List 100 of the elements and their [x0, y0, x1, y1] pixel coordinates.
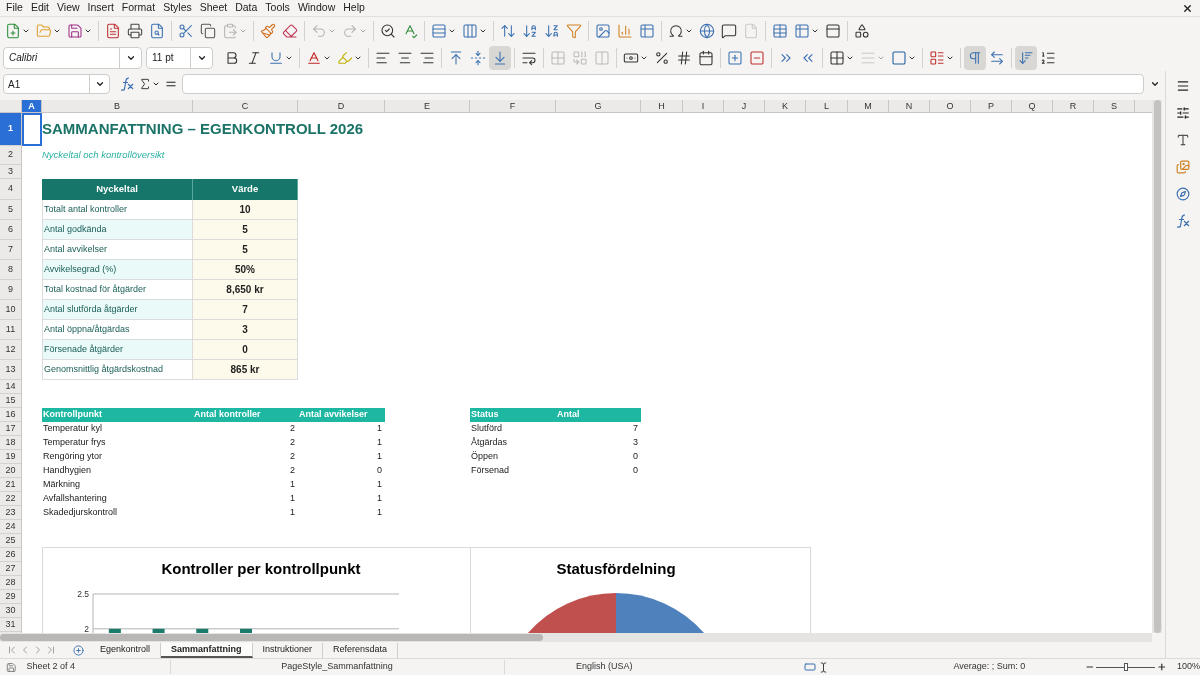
- column-header[interactable]: M: [848, 100, 889, 112]
- vertical-scrollbar[interactable]: [1152, 100, 1162, 633]
- row-header[interactable]: 7: [0, 240, 21, 260]
- first-sheet-icon[interactable]: [6, 644, 18, 656]
- column-header[interactable]: F: [470, 100, 556, 112]
- sheet-tab[interactable]: Sammanfattning: [161, 642, 253, 658]
- menu-item[interactable]: File: [2, 0, 27, 16]
- column-header[interactable]: K: [765, 100, 806, 112]
- row-header[interactable]: 26: [0, 548, 21, 562]
- column-header[interactable]: G: [556, 100, 641, 112]
- menu-item[interactable]: View: [53, 0, 84, 16]
- selected-cell[interactable]: [22, 113, 42, 146]
- last-sheet-icon[interactable]: [45, 644, 57, 656]
- row-header[interactable]: 19: [0, 450, 21, 464]
- name-box[interactable]: A1: [3, 74, 110, 94]
- align-bottom-icon[interactable]: [489, 45, 511, 70]
- column-header[interactable]: O: [930, 100, 971, 112]
- row-header[interactable]: 14: [0, 380, 21, 394]
- horizontal-scrollbar[interactable]: [0, 633, 1152, 642]
- row-header[interactable]: 15: [0, 394, 21, 408]
- row-header[interactable]: 20: [0, 464, 21, 478]
- table-cell: Antal avvikelser: [42, 240, 193, 260]
- function-wizard-icon[interactable]: [120, 77, 134, 91]
- zoom-slider[interactable]: [1096, 662, 1156, 672]
- row-header[interactable]: 11: [0, 320, 21, 340]
- row-header[interactable]: 10: [0, 300, 21, 320]
- column-header[interactable]: H: [641, 100, 683, 112]
- row-header[interactable]: 3: [0, 165, 21, 179]
- column-header[interactable]: L: [806, 100, 848, 112]
- column-header[interactable]: J: [724, 100, 765, 112]
- sum-icon[interactable]: [138, 77, 160, 91]
- row-header[interactable]: 17: [0, 422, 21, 436]
- close-icon[interactable]: [1182, 2, 1193, 14]
- properties-icon[interactable]: [1176, 106, 1190, 120]
- pilcrow-icon[interactable]: [964, 45, 986, 70]
- expand-formula-icon[interactable]: [1150, 79, 1160, 89]
- column-header[interactable]: R: [1053, 100, 1094, 112]
- row-header[interactable]: 18: [0, 436, 21, 450]
- functions-icon[interactable]: [1176, 214, 1190, 228]
- sheet-subtitle: Nyckeltal och kontrollöversikt: [42, 148, 165, 163]
- row-header[interactable]: 1: [0, 113, 21, 146]
- row-header[interactable]: 8: [0, 260, 21, 280]
- menu-item[interactable]: Tools: [261, 0, 294, 16]
- row-header[interactable]: 23: [0, 506, 21, 520]
- formula-input[interactable]: [182, 74, 1144, 94]
- sheet-tab[interactable]: Instruktioner: [252, 642, 324, 658]
- menu-item[interactable]: Styles: [159, 0, 196, 16]
- menu-item[interactable]: Edit: [26, 0, 53, 16]
- sheet-title: SAMMANFATTNING – EGENKONTROLL 2026: [42, 119, 364, 140]
- row-header[interactable]: 27: [0, 562, 21, 576]
- row-header[interactable]: 5: [0, 200, 21, 220]
- column-header[interactable]: B: [42, 100, 193, 112]
- row-header[interactable]: 16: [0, 408, 21, 422]
- row-header[interactable]: 13: [0, 360, 21, 380]
- menu-item[interactable]: Help: [339, 0, 369, 16]
- column-header[interactable]: S: [1094, 100, 1135, 112]
- row-header[interactable]: 28: [0, 576, 21, 590]
- gallery-icon[interactable]: [1176, 160, 1190, 174]
- table-cell: Antal slutförda åtgärder: [42, 300, 193, 320]
- menu-item[interactable]: Data: [231, 0, 262, 16]
- menu-item[interactable]: Sheet: [195, 0, 232, 16]
- navigator-icon[interactable]: [1176, 187, 1190, 201]
- zoom-slider-thumb[interactable]: [1123, 663, 1128, 671]
- menu-item[interactable]: Format: [117, 0, 160, 16]
- column-header[interactable]: C: [193, 100, 298, 112]
- row-header[interactable]: 25: [0, 534, 21, 548]
- row-header[interactable]: 29: [0, 590, 21, 604]
- add-sheet-icon[interactable]: [73, 644, 84, 656]
- table-header-cell-text: Antal kontroller: [193, 408, 262, 422]
- zoom-level[interactable]: 100%: [1177, 660, 1200, 674]
- selection-mode-icon[interactable]: [803, 661, 816, 673]
- styles-icon[interactable]: [1176, 133, 1190, 147]
- font-name-combo[interactable]: Calibri: [3, 46, 142, 69]
- column-header[interactable]: D: [298, 100, 385, 112]
- column-header[interactable]: E: [385, 100, 470, 112]
- row-header[interactable]: 24: [0, 520, 21, 534]
- row-header[interactable]: 2: [0, 146, 21, 165]
- table-cell-text: 2: [289, 436, 296, 450]
- row-header[interactable]: 30: [0, 604, 21, 618]
- column-header[interactable]: A: [22, 100, 42, 112]
- row-header[interactable]: 4: [0, 179, 21, 200]
- zoom-in-icon[interactable]: [1157, 662, 1167, 672]
- stacked-text-icon[interactable]: [1015, 45, 1037, 70]
- column-header[interactable]: I: [683, 100, 724, 112]
- font-size-combo[interactable]: 11 pt: [146, 46, 213, 69]
- menu-icon[interactable]: [1176, 79, 1190, 93]
- menu-item[interactable]: Window: [293, 0, 340, 16]
- bar: [240, 628, 252, 633]
- row-header[interactable]: 31: [0, 618, 21, 632]
- sheet-tab[interactable]: Referensdata: [323, 642, 399, 658]
- column-header[interactable]: N: [889, 100, 930, 112]
- table-cell-text: 1: [376, 492, 383, 506]
- row-header[interactable]: 12: [0, 340, 21, 360]
- row-header[interactable]: 9: [0, 280, 21, 300]
- menu-item[interactable]: Insert: [83, 0, 118, 16]
- row-header[interactable]: 22: [0, 492, 21, 506]
- column-header[interactable]: Q: [1012, 100, 1053, 112]
- column-header[interactable]: P: [971, 100, 1012, 112]
- row-header[interactable]: 6: [0, 220, 21, 240]
- row-header[interactable]: 21: [0, 478, 21, 492]
